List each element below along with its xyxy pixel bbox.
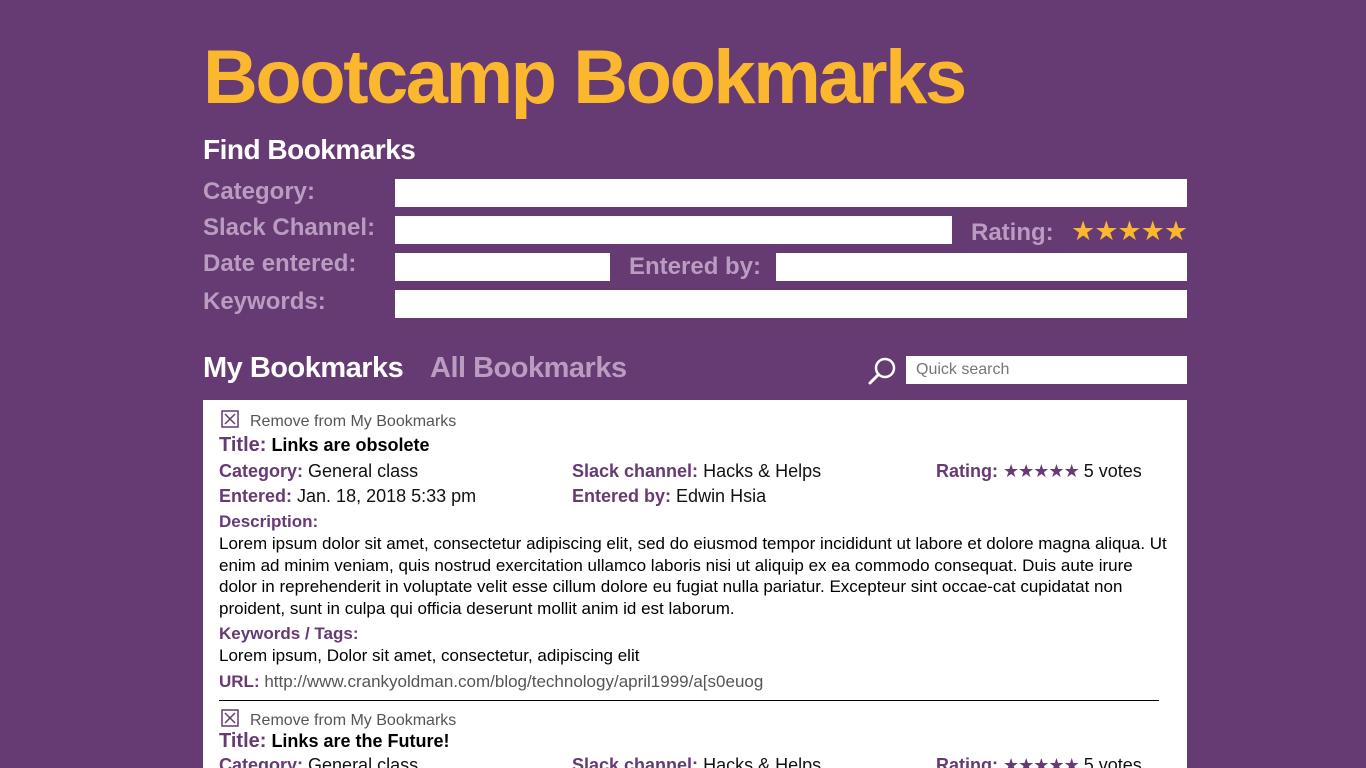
remove-label: Remove from My Bookmarks — [250, 712, 457, 729]
bookmark-title: Links are obsolete — [271, 435, 430, 455]
keywords-field-label: Keywords / Tags: — [219, 624, 359, 643]
url-field-label: URL: — [219, 672, 260, 691]
app-title: Bootcamp Bookmarks — [203, 35, 967, 120]
category-input[interactable] — [395, 179, 1187, 207]
tab-all-bookmarks[interactable]: All Bookmarks — [430, 352, 627, 385]
bookmark-entered-by: Edwin Hsia — [676, 486, 767, 506]
bookmark-entered-by-row: Entered by: Edwin Hsia — [572, 486, 766, 507]
bookmark-votes: 5 votes — [1083, 755, 1142, 768]
rating-stars-selector[interactable]: ★★★★★ — [1071, 216, 1188, 247]
description-label-row: Description: — [219, 512, 318, 532]
description-field-label: Description: — [219, 512, 319, 531]
bookmark-category: General class — [308, 461, 419, 481]
slack-channel-input[interactable] — [395, 216, 952, 244]
remove-checkbox-icon[interactable] — [221, 709, 239, 727]
bookmark-slack-row: Slack channel: Hacks & Helps — [572, 755, 821, 768]
keywords-label-row: Keywords / Tags: — [219, 624, 359, 644]
category-label: Category: — [203, 178, 316, 205]
entered-by-input[interactable] — [776, 253, 1187, 281]
bookmark-rating-stars-icon[interactable]: ★★★★★ — [1003, 461, 1080, 481]
date-entered-label: Date entered: — [203, 250, 357, 277]
bookmark-slack-channel: Hacks & Helps — [703, 461, 822, 481]
category-field-label: Category: — [219, 755, 304, 768]
category-field-label: Category: — [219, 461, 304, 481]
quick-search-input[interactable] — [906, 356, 1187, 384]
find-bookmarks-heading: Find Bookmarks — [203, 134, 416, 165]
entered-by-field-label: Entered by: — [572, 486, 672, 506]
bookmark-rating-row: Rating: ★★★★★ 5 votes — [936, 461, 1142, 482]
remove-label: Remove from My Bookmarks — [250, 413, 457, 430]
search-icon[interactable] — [868, 356, 898, 386]
title-label: Title: — [219, 434, 267, 456]
bookmark-title-row: Title: Links are the Future! — [219, 730, 449, 753]
rating-field-label: Rating: — [936, 755, 998, 768]
rating-stars-icon[interactable]: ★★★★★ — [1071, 216, 1188, 246]
keywords-label: Keywords: — [203, 288, 326, 315]
bookmark-entered-row: Entered: Jan. 18, 2018 5:33 pm — [219, 486, 476, 507]
bookmark-divider — [219, 700, 1159, 701]
bookmark-title: Links are the Future! — [271, 731, 450, 751]
bookmark-title-row: Title: Links are obsolete — [219, 434, 430, 457]
bookmark-slack-row: Slack channel: Hacks & Helps — [572, 461, 821, 482]
keywords-input[interactable] — [395, 290, 1187, 318]
slack-field-label: Slack channel: — [572, 461, 699, 481]
bookmark-slack-channel: Hacks & Helps — [703, 755, 822, 768]
bookmark-category-row: Category: General class — [219, 461, 418, 482]
rating-label: Rating: — [971, 219, 1054, 246]
remove-checkbox-icon[interactable] — [221, 410, 239, 428]
date-entered-input[interactable] — [395, 253, 610, 281]
tab-my-bookmarks[interactable]: My Bookmarks — [203, 352, 404, 385]
bookmark-description: Lorem ipsum dolor sit amet, consectetur … — [219, 534, 1167, 618]
slack-field-label: Slack channel: — [572, 755, 699, 768]
bookmark-category-row: Category: General class — [219, 755, 418, 768]
slack-channel-label: Slack Channel: — [203, 214, 376, 241]
entered-field-label: Entered: — [219, 486, 293, 506]
bookmark-url-row: URL: http://www.crankyoldman.com/blog/te… — [219, 672, 763, 692]
bookmark-entered-date: Jan. 18, 2018 5:33 pm — [297, 486, 477, 506]
bookmark-category: General class — [308, 755, 419, 768]
bookmark-url-link[interactable]: http://www.crankyoldman.com/blog/technol… — [264, 672, 763, 691]
bookmark-keywords: Lorem ipsum, Dolor sit amet, consectetur… — [219, 646, 640, 665]
bookmark-votes: 5 votes — [1083, 461, 1142, 481]
bookmark-rating-row: Rating: ★★★★★ 5 votes — [936, 755, 1142, 768]
title-label: Title: — [219, 730, 267, 752]
entered-by-label: Entered by: — [629, 253, 762, 280]
bookmark-rating-stars-icon[interactable]: ★★★★★ — [1003, 755, 1080, 768]
rating-field-label: Rating: — [936, 461, 998, 481]
bookmarks-list: Remove from My Bookmarks Title: Links ar… — [203, 400, 1187, 768]
